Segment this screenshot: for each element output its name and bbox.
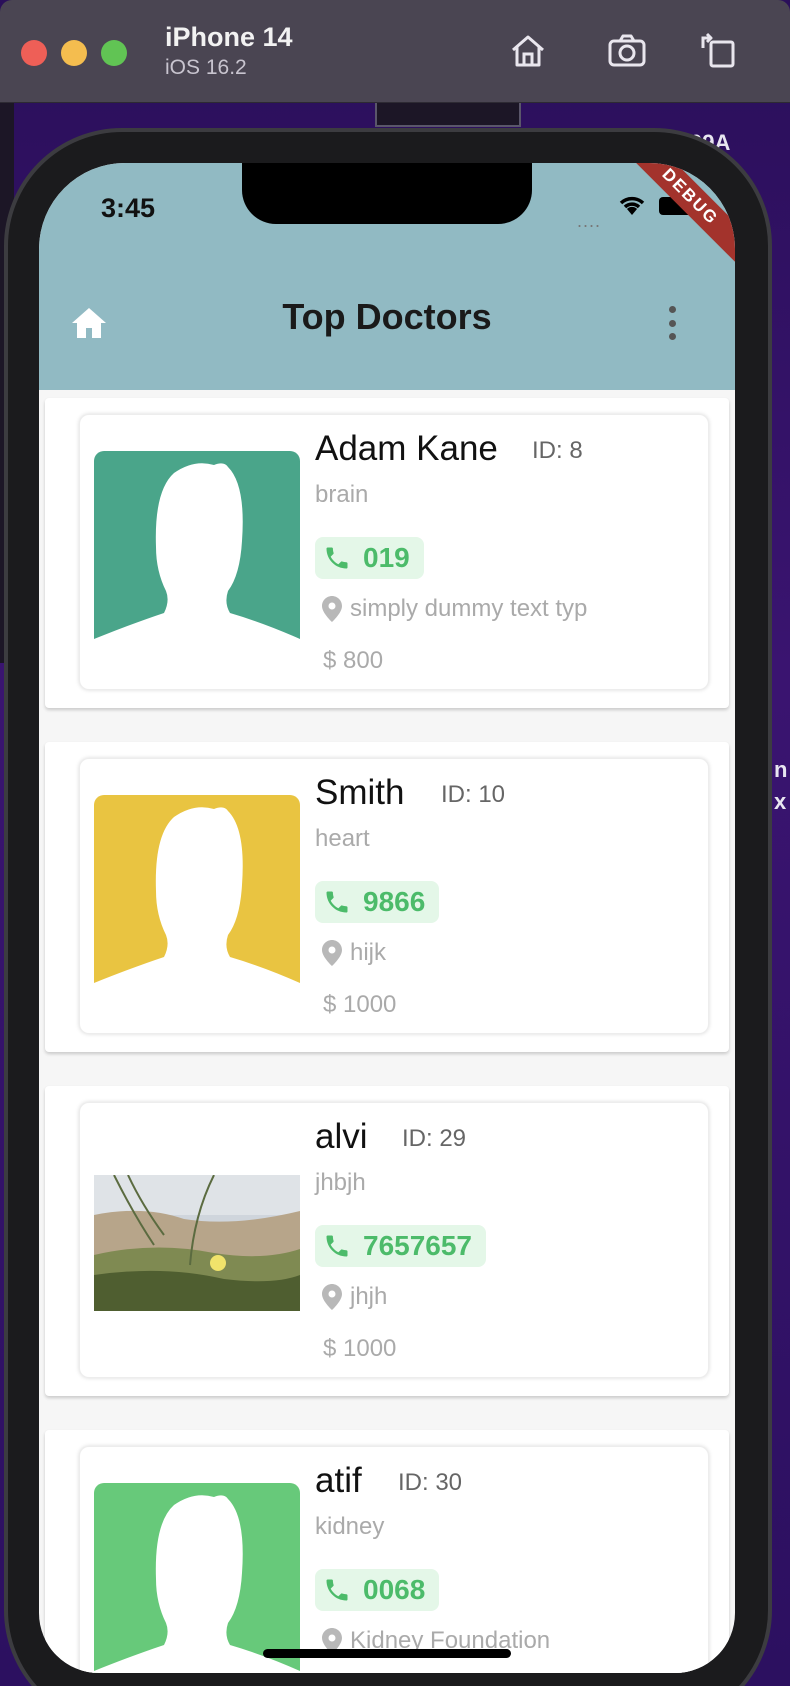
doctor-specialty: brain <box>315 481 369 508</box>
rotate-icon <box>701 32 735 68</box>
home-icon <box>512 35 544 67</box>
doctor-location-text: hijk <box>350 939 387 966</box>
doctor-card[interactable]: atif ID: 30 kidney 0068 Kidney Foundatio… <box>45 1430 729 1673</box>
phone-icon <box>326 891 348 913</box>
doctor-phone-button[interactable]: 019 <box>315 537 424 579</box>
location-pin-icon <box>322 940 342 966</box>
doctor-fee: $ 1000 <box>323 1335 397 1362</box>
doctor-phone-button[interactable]: 9866 <box>315 881 440 923</box>
doctor-location-text: simply dummy text typ <box>350 595 588 622</box>
doctor-phone-number: 7657657 <box>363 1230 473 1261</box>
doctor-name: atif <box>315 1461 362 1500</box>
doctor-fee: $ 1000 <box>323 991 397 1018</box>
doctor-card-inner: Adam Kane ID: 8 brain 019 simply dummy t… <box>79 414 709 690</box>
doctor-name: alvi <box>315 1117 368 1156</box>
doctor-location-text: jhjh <box>350 1283 388 1310</box>
simulator-rotate-button[interactable] <box>695 28 741 74</box>
doctor-name: Smith <box>315 773 405 812</box>
doctor-card[interactable]: alvi ID: 29 jhbjh 7657657 jhjh $ 1000 <box>45 1086 729 1396</box>
home-indicator[interactable] <box>263 1649 511 1658</box>
doctor-phone-button[interactable]: 7657657 <box>315 1225 487 1267</box>
phone-icon <box>326 1579 348 1601</box>
zoom-window-button[interactable] <box>101 40 127 66</box>
more-vert-icon[interactable] <box>665 303 679 343</box>
doctor-location: simply dummy text typ <box>320 595 620 623</box>
doctor-avatar <box>94 1175 300 1311</box>
phone-icon <box>326 1235 348 1257</box>
doctor-id: ID: 29 <box>402 1125 467 1152</box>
phone-notch <box>242 163 532 224</box>
simulator-home-button[interactable] <box>505 28 551 74</box>
status-time: 3:45 <box>101 193 156 223</box>
screenshot-icon <box>608 34 646 67</box>
doctor-id: ID: 10 <box>441 781 506 808</box>
phone-icon <box>326 547 348 569</box>
doctor-card-inner: atif ID: 30 kidney 0068 Kidney Foundatio… <box>79 1446 709 1673</box>
phone-screen: 3:45 .... DEBUG Top Doctors Adam Kane ID… <box>39 163 735 1673</box>
simulator-device-name: iPhone 14 <box>165 22 293 52</box>
simulator-os-version: iOS 16.2 <box>165 56 247 79</box>
doctor-phone-button[interactable]: 0068 <box>315 1569 440 1611</box>
doctor-name: Adam Kane <box>315 429 498 468</box>
doctor-card-inner: alvi ID: 29 jhbjh 7657657 jhjh $ 1000 <box>79 1102 709 1378</box>
doctor-card-inner: Smith ID: 10 heart 9866 hijk $ 1000 <box>79 758 709 1034</box>
doctor-id: ID: 30 <box>398 1469 463 1496</box>
doctor-card[interactable]: Adam Kane ID: 8 brain 019 simply dummy t… <box>45 398 729 708</box>
simulator-screenshot-button[interactable] <box>604 28 650 74</box>
doctor-card[interactable]: Smith ID: 10 heart 9866 hijk $ 1000 <box>45 742 729 1052</box>
simulator-title-bar: iPhone 14 iOS 16.2 <box>0 0 790 103</box>
doctor-phone-number: 019 <box>363 542 410 573</box>
background-text-fragment: x <box>774 789 787 814</box>
doctor-specialty: jhbjh <box>315 1169 366 1196</box>
cellular-signal-icon: .... <box>577 211 602 231</box>
doctor-specialty: heart <box>315 825 370 852</box>
doctor-id: ID: 8 <box>532 437 583 464</box>
page-title: Top Doctors <box>282 296 492 337</box>
location-pin-icon <box>322 596 342 622</box>
doctor-specialty: kidney <box>315 1513 385 1540</box>
doctor-location: jhjh <box>320 1283 620 1311</box>
background-window-fragment <box>375 103 521 127</box>
doctor-avatar <box>94 1483 300 1673</box>
wifi-icon <box>619 196 645 215</box>
background-text-fragment: n <box>774 757 788 782</box>
close-window-button[interactable] <box>21 40 47 66</box>
doctor-phone-number: 0068 <box>363 1574 426 1605</box>
minimize-window-button[interactable] <box>61 40 87 66</box>
location-pin-icon <box>322 1284 342 1310</box>
doctor-avatar <box>94 795 300 989</box>
doctor-avatar <box>94 451 300 645</box>
doctor-phone-number: 9866 <box>363 886 426 917</box>
doctor-location: hijk <box>320 939 620 967</box>
doctor-fee: $ 800 <box>323 647 384 674</box>
